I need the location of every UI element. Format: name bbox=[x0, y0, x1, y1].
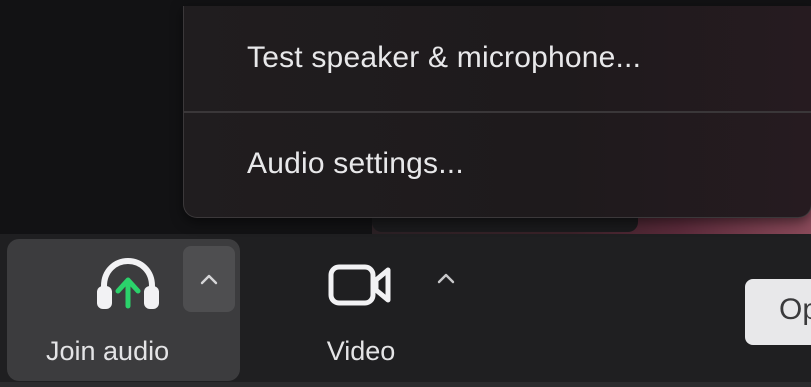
video-options-button[interactable] bbox=[428, 260, 464, 296]
headphones-icon bbox=[97, 258, 159, 309]
arrow-up-icon bbox=[115, 277, 141, 309]
audio-options-menu: Test speaker & microphone... Audio setti… bbox=[183, 6, 811, 218]
toolbar-bottom-edge bbox=[0, 382, 811, 387]
chevron-up-icon bbox=[200, 274, 218, 285]
video-label: Video bbox=[326, 336, 396, 366]
menu-divider bbox=[184, 111, 811, 113]
partial-toolbar-button[interactable]: Op bbox=[745, 279, 811, 345]
menu-item-audio-settings[interactable]: Audio settings... bbox=[184, 114, 811, 214]
chevron-up-icon bbox=[437, 273, 455, 284]
partial-button-label: Op bbox=[779, 293, 811, 326]
menu-item-test-speaker-microphone[interactable]: Test speaker & microphone... bbox=[184, 8, 811, 108]
video-camera-icon bbox=[328, 264, 391, 306]
audio-options-button[interactable] bbox=[183, 246, 235, 312]
meeting-window: Test speaker & microphone... Audio setti… bbox=[0, 0, 811, 387]
video-button[interactable]: Video bbox=[300, 239, 422, 381]
join-audio-label: Join audio bbox=[46, 336, 170, 366]
